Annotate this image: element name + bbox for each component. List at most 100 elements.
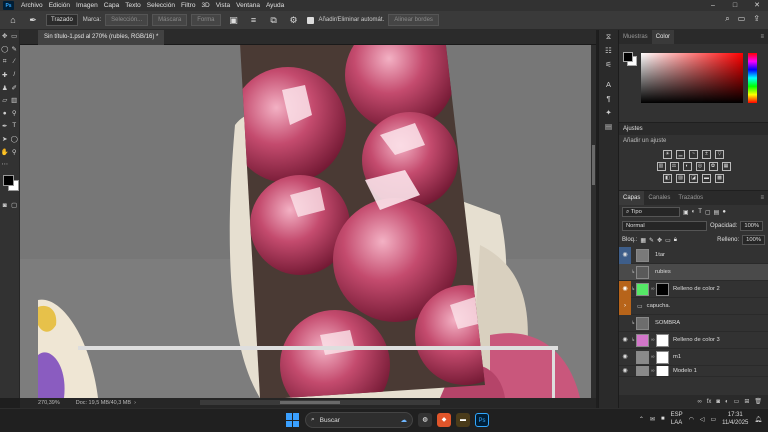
lock-paint-icon[interactable]: ✎ xyxy=(649,237,654,244)
file-explorer-icon[interactable]: ▬ xyxy=(456,413,470,427)
gradient-tool-icon[interactable]: ▥ xyxy=(10,96,19,104)
libraries-panel-icon[interactable]: ▤ xyxy=(599,120,618,134)
status-arrow-icon[interactable]: › xyxy=(134,400,136,406)
visibility-eye-icon[interactable]: ◉ xyxy=(619,246,631,264)
visibility-eye-icon[interactable]: ◉ xyxy=(619,349,631,366)
filter-type-icon[interactable]: T xyxy=(698,209,702,215)
threshold-icon[interactable]: ◪ xyxy=(689,174,698,183)
menu-ayuda[interactable]: Ayuda xyxy=(263,2,287,9)
menu-vista[interactable]: Vista xyxy=(213,2,233,9)
invert-icon[interactable]: ◧ xyxy=(663,174,672,183)
lock-all-icon[interactable]: 🔒︎ xyxy=(674,237,677,244)
hue-slider[interactable] xyxy=(748,53,757,103)
filter-smart-icon[interactable]: ▤ xyxy=(714,209,720,216)
gradient-map-icon[interactable]: ▬ xyxy=(702,174,711,183)
pen-tool-icon[interactable]: ✒ xyxy=(26,13,40,27)
maximize-icon[interactable]: □ xyxy=(724,0,746,11)
quick-select-tool-icon[interactable]: ✎ xyxy=(10,45,19,53)
visibility-eye-icon[interactable]: ◉ xyxy=(619,366,631,376)
pen-tool-sidebar-icon[interactable]: ✒ xyxy=(0,122,9,130)
add-mask-icon[interactable]: ◙ xyxy=(716,399,720,405)
tray-app2-icon[interactable]: ■ xyxy=(661,416,665,422)
filter-toggle-icon[interactable]: ● xyxy=(722,209,726,215)
color-swatches[interactable] xyxy=(0,174,19,199)
tab-muestras[interactable]: Muestras xyxy=(619,30,652,44)
layer-row[interactable]: ◉ ∞ m1 xyxy=(619,349,768,366)
brush-settings-icon[interactable]: ⚟ xyxy=(599,58,618,72)
share-icon[interactable]: ⇪ xyxy=(753,14,760,24)
volume-icon[interactable]: ◁ xyxy=(700,416,705,423)
character-panel-icon[interactable]: A xyxy=(599,78,618,92)
fill-field[interactable]: 100% xyxy=(742,235,765,245)
color-picker-field[interactable] xyxy=(641,53,743,103)
auto-add-delete-checkbox[interactable] xyxy=(306,16,314,24)
photo-filter-icon[interactable]: ◎ xyxy=(695,162,705,171)
menu-seleccion[interactable]: Selección xyxy=(144,2,178,9)
blur-tool-icon[interactable]: ● xyxy=(0,110,9,117)
menu-imagen[interactable]: Imagen xyxy=(73,2,101,9)
new-group-icon[interactable]: ▭ xyxy=(734,398,740,405)
opacity-field[interactable]: 100% xyxy=(740,221,764,231)
notifications-icon[interactable]: 🔔︎ xyxy=(754,416,762,423)
pen-mode-dropdown[interactable]: Trazado xyxy=(46,14,78,26)
filter-shape-icon[interactable]: ▢ xyxy=(705,209,711,216)
layer-row[interactable]: ◉ 1tar xyxy=(619,246,768,264)
path-alignment-icon[interactable]: ≡ xyxy=(247,13,261,27)
workspace-icon[interactable]: ▭ xyxy=(738,14,746,24)
zoom-tool-icon[interactable]: ⚲ xyxy=(10,148,19,156)
visibility-eye-icon[interactable] xyxy=(619,264,631,281)
document-tab[interactable]: Sin título-1.psd al 270% (rubíes, RGB/16… xyxy=(38,30,165,45)
clock[interactable]: 17:31 11/4/2025 xyxy=(722,411,748,427)
color-balance-icon[interactable]: ⚖ xyxy=(669,162,679,171)
quick-mask-icon[interactable]: ◙ xyxy=(0,202,9,209)
color-lookup-icon[interactable]: ▦ xyxy=(721,162,731,171)
history-panel-icon[interactable]: ⧖ xyxy=(599,30,618,44)
panel-menu-icon[interactable]: ≡ xyxy=(756,30,768,44)
clone-stamp-icon[interactable]: ♟ xyxy=(0,84,9,92)
settings-gear-icon[interactable]: ⚙ xyxy=(287,13,301,27)
filter-adjust-icon[interactable]: ◐ xyxy=(692,209,696,215)
posterize-icon[interactable]: ▨ xyxy=(676,174,685,183)
new-adjustment-icon[interactable]: ◐ xyxy=(725,399,729,405)
menu-ventana[interactable]: Ventana xyxy=(233,2,263,9)
filter-pixel-icon[interactable]: ▣ xyxy=(683,209,689,216)
menu-texto[interactable]: Texto xyxy=(122,2,144,9)
taskbar-search[interactable]: ⌕ Buscar ☁ xyxy=(305,412,413,428)
healing-brush-icon[interactable]: ✚ xyxy=(0,71,9,79)
selective-color-icon[interactable]: ▩ xyxy=(715,174,724,183)
tray-app-icon[interactable]: ✉ xyxy=(650,416,655,423)
move-tool-icon[interactable]: ✥ xyxy=(0,32,9,40)
menu-capa[interactable]: Capa xyxy=(101,2,123,9)
language-indicator[interactable]: ESP LAA xyxy=(671,411,683,427)
search-icon[interactable]: ⌕ xyxy=(725,14,729,24)
layer-row[interactable]: › ▭ capucha. xyxy=(619,297,768,315)
tray-chevron-icon[interactable]: ⌃ xyxy=(639,416,644,423)
chrome-icon[interactable]: ◍ xyxy=(418,413,432,427)
battery-icon[interactable]: ▭ xyxy=(710,416,716,423)
hue-saturation-icon[interactable]: ▥ xyxy=(656,162,666,171)
lock-pixels-icon[interactable]: ▦ xyxy=(640,237,646,244)
levels-icon[interactable]: ▁ xyxy=(676,150,685,159)
tab-color[interactable]: Color xyxy=(651,30,675,44)
dodge-tool-icon[interactable]: ⚲ xyxy=(10,109,19,117)
layer-row[interactable]: ↳ rubies xyxy=(619,264,768,281)
ellipse-tool-icon[interactable]: ◯ xyxy=(10,135,19,143)
menu-3d[interactable]: 3D xyxy=(198,2,212,9)
visibility-eye-icon[interactable]: › xyxy=(619,297,631,315)
hand-tool-icon[interactable]: ✋ xyxy=(0,148,9,156)
menu-archivo[interactable]: Archivo xyxy=(18,2,46,9)
selection-button[interactable]: Selección... xyxy=(105,14,149,26)
channel-mixer-icon[interactable]: ✿ xyxy=(708,162,718,171)
glyphs-panel-icon[interactable]: ✦ xyxy=(599,106,618,120)
edit-toolbar-icon[interactable]: ⋯ xyxy=(0,160,9,168)
layer-row[interactable]: ◉ ↳ ∞ Relleno de color 3 xyxy=(619,332,768,349)
vertical-scrollbar[interactable] xyxy=(591,45,596,398)
canvas[interactable] xyxy=(20,45,596,398)
type-tool-icon[interactable]: T xyxy=(10,122,19,129)
layers-menu-icon[interactable]: ≡ xyxy=(756,191,768,205)
brave-icon[interactable]: ◆ xyxy=(437,413,451,427)
vibrance-icon[interactable]: ▽ xyxy=(715,150,724,159)
photoshop-logo-icon[interactable]: Ps xyxy=(3,1,14,10)
artboard-tool-icon[interactable]: ▭ xyxy=(10,32,19,40)
visibility-eye-icon[interactable]: ◉ xyxy=(619,280,631,298)
